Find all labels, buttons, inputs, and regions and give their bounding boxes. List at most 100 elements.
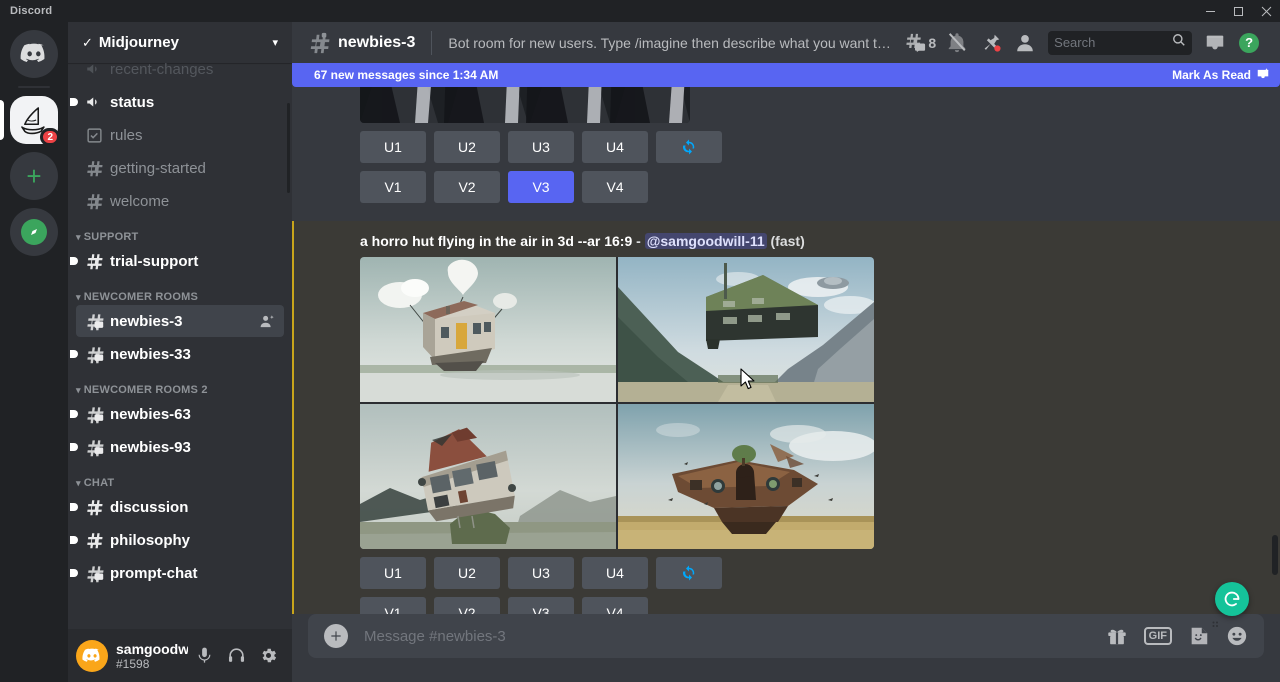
refresh-icon[interactable] — [656, 557, 722, 589]
sidebar-item-label: getting-started — [110, 160, 276, 177]
threads-icon[interactable] — [898, 26, 932, 60]
compass-icon[interactable] — [10, 208, 58, 256]
image-tile-bottom-left[interactable] — [360, 404, 616, 549]
sailboat-icon[interactable]: 2 — [10, 96, 58, 144]
sidebar-item-newbies-3[interactable]: newbies-3 — [76, 305, 284, 337]
sidebar-category-newcomer-rooms[interactable]: ▾ NEWCOMER ROOMS — [68, 278, 292, 304]
hash-icon — [84, 251, 104, 271]
headset-icon[interactable] — [220, 640, 252, 672]
unread-dot — [70, 350, 78, 358]
upscale-button-u2[interactable]: U2 — [434, 131, 500, 163]
server-rail-item-explore[interactable] — [0, 208, 68, 256]
channel-list[interactable]: recent-changes status rules getting — [68, 63, 292, 629]
new-messages-bar[interactable]: 67 new messages since 1:34 AM Mark As Re… — [292, 63, 1280, 87]
server-rail-item-midjourney[interactable]: 2 — [0, 96, 68, 144]
plus-icon[interactable]: + — [10, 152, 58, 200]
upscale-button-u3[interactable]: U3 — [508, 131, 574, 163]
variation-button-v1[interactable]: V1 — [360, 597, 426, 614]
message-list[interactable]: U1 U2 U3 U4 V1 V2 V3 V4 a — [292, 63, 1280, 614]
server-rail-item-add-server[interactable]: + — [0, 152, 68, 200]
sidebar-item-status[interactable]: status — [76, 86, 284, 118]
upscale-button-u4[interactable]: U4 — [582, 557, 648, 589]
server-rail-item-home[interactable] — [0, 30, 68, 78]
sidebar-category-newcomer-rooms-2[interactable]: ▾ NEWCOMER ROOMS 2 — [68, 371, 292, 397]
unread-dot — [70, 536, 78, 544]
emoji-icon[interactable] — [1226, 625, 1248, 647]
hash-icon — [84, 191, 104, 211]
sidebar-item-philosophy[interactable]: philosophy — [76, 524, 284, 556]
variation-button-v3[interactable]: V3 — [508, 171, 574, 203]
sidebar-item-label: prompt-chat — [110, 565, 276, 582]
image-tile-top-right[interactable] — [618, 257, 874, 402]
gear-icon[interactable] — [252, 640, 284, 672]
inbox-icon[interactable] — [1198, 26, 1232, 60]
image-grid[interactable] — [360, 257, 874, 549]
plus-circle-icon[interactable] — [324, 624, 348, 648]
refresh-icon[interactable] — [656, 131, 722, 163]
sidebar-item-newbies-33[interactable]: newbies-33 — [76, 338, 284, 370]
sidebar-scrollbar[interactable] — [287, 103, 290, 193]
image-tile-bottom-right[interactable] — [618, 404, 874, 549]
upscale-button-u1[interactable]: U1 — [360, 557, 426, 589]
sidebar-item-discussion[interactable]: discussion — [76, 491, 284, 523]
user-info[interactable]: samgoodw... #1598 — [116, 641, 188, 671]
sidebar-item-label: rules — [110, 127, 276, 144]
variation-button-v3[interactable]: V3 — [508, 597, 574, 614]
sidebar-item-trial-support[interactable]: trial-support — [76, 245, 284, 277]
gift-icon[interactable] — [1106, 625, 1128, 647]
message-scrollbar[interactable] — [1272, 535, 1278, 575]
composer-box[interactable]: Message #newbies-3 GIF — [308, 614, 1264, 658]
hash-icon — [84, 530, 104, 550]
sidebar-item-label: newbies-93 — [110, 439, 276, 456]
variation-button-v4[interactable]: V4 — [582, 171, 648, 203]
pin-icon[interactable] — [974, 26, 1008, 60]
microphone-icon[interactable] — [188, 640, 220, 672]
avatar[interactable] — [76, 640, 108, 672]
sidebar-item-prompt-chat[interactable]: prompt-chat — [76, 557, 284, 589]
sidebar-item-rules[interactable]: rules — [76, 119, 284, 151]
search-input[interactable]: Search — [1048, 31, 1192, 55]
sidebar-item-newbies-63[interactable]: newbies-63 — [76, 398, 284, 430]
maximize-button[interactable] — [1224, 0, 1252, 22]
help-icon[interactable]: ? — [1232, 26, 1266, 60]
sidebar-category-support[interactable]: ▾ SUPPORT — [68, 218, 292, 244]
sidebar-item-label: trial-support — [110, 253, 276, 270]
author-mention[interactable]: @samgoodwill-11 — [645, 233, 767, 249]
minimize-button[interactable] — [1196, 0, 1224, 22]
hash-icon — [84, 158, 104, 178]
members-icon[interactable] — [1008, 26, 1042, 60]
upscale-button-u3[interactable]: U3 — [508, 557, 574, 589]
help-label: ? — [1239, 33, 1259, 53]
sidebar-category-chat[interactable]: ▾ CHAT — [68, 464, 292, 490]
hash-thread-icon — [84, 311, 104, 331]
discord-home-icon[interactable] — [10, 30, 58, 78]
grammarly-drag-handle[interactable] — [1212, 609, 1220, 617]
sidebar-item-recent-changes[interactable]: recent-changes — [76, 63, 284, 85]
sidebar-item-getting-started[interactable]: getting-started — [76, 152, 284, 184]
sidebar-item-label: welcome — [110, 193, 276, 210]
mark-as-read-button[interactable]: Mark As Read — [1172, 67, 1270, 84]
sidebar-category-label: SUPPORT — [84, 231, 139, 243]
add-member-icon[interactable] — [258, 314, 276, 329]
sticker-icon[interactable] — [1188, 625, 1210, 647]
gif-button[interactable]: GIF — [1144, 627, 1172, 645]
sidebar-item-newbies-93[interactable]: newbies-93 — [76, 431, 284, 463]
guild-header[interactable]: ✓ Midjourney ▾ — [68, 22, 292, 63]
upscale-button-u2[interactable]: U2 — [434, 557, 500, 589]
chevron-down-icon[interactable]: ▾ — [272, 36, 278, 49]
variation-button-v2[interactable]: V2 — [434, 171, 500, 203]
variation-button-v2[interactable]: V2 — [434, 597, 500, 614]
close-button[interactable] — [1252, 0, 1280, 22]
sidebar-item-welcome[interactable]: welcome — [76, 185, 284, 217]
upscale-button-u4[interactable]: U4 — [582, 131, 648, 163]
message-input[interactable]: Message #newbies-3 — [364, 628, 1106, 645]
user-panel: samgoodw... #1598 — [68, 629, 292, 682]
unread-dot — [70, 503, 78, 511]
bell-muted-icon[interactable] — [940, 26, 974, 60]
variation-button-v4[interactable]: V4 — [582, 597, 648, 614]
image-tile-top-left[interactable] — [360, 257, 616, 402]
variation-button-v1[interactable]: V1 — [360, 171, 426, 203]
upscale-button-u1[interactable]: U1 — [360, 131, 426, 163]
sidebar-item-label: newbies-63 — [110, 406, 276, 423]
grammarly-icon[interactable] — [1215, 582, 1249, 616]
